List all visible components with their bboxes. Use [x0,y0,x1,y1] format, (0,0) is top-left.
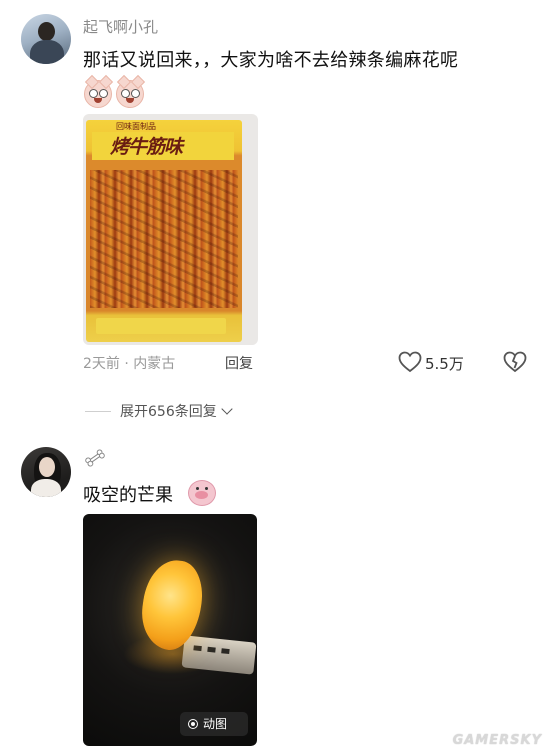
snack-package: 回味面制品 烤牛筋味 [86,120,242,342]
comment-text: 吸空的芒果 [83,485,173,506]
reply-button[interactable]: 回复 [225,353,253,373]
shocked-cat-emoji-icon [116,74,146,108]
package-title: 烤牛筋味 [110,136,183,158]
braided-latiao [90,170,238,308]
comment-image-mango-lamp[interactable]: 动图 [83,514,257,746]
watermark: GAMERSKY [452,733,542,748]
heart-icon[interactable] [398,351,422,373]
avatar[interactable] [21,14,71,64]
gif-badge: 动图 [180,712,248,736]
avatar[interactable] [21,447,71,497]
chevron-down-icon [221,403,233,415]
expand-replies-label: 展开656条回复 [120,404,217,420]
broken-heart-icon[interactable] [503,350,527,374]
bone-icon [85,449,105,467]
shocked-cat-emoji-icon [84,74,114,108]
pig-emoji-icon [188,480,216,506]
expand-replies-button[interactable]: 展开656条回复 [120,401,233,421]
gif-icon [188,719,198,729]
username[interactable]: 起飞啊小孔 [83,16,158,37]
like-count: 5.5万 [425,355,464,373]
avatar-body [30,40,64,64]
comment-meta: 2天前 · 内蒙古 [83,356,176,372]
divider [85,411,111,412]
comment-text: 那话又说回来，，大家为啥不去给辣条编麻花呢 [83,50,459,71]
avatar-head [38,22,55,41]
package-top-text: 回味面制品 [116,122,156,131]
comment-image-latiao-package[interactable]: 回味面制品 烤牛筋味 [83,114,258,345]
gif-badge-label: 动图 [203,717,228,731]
